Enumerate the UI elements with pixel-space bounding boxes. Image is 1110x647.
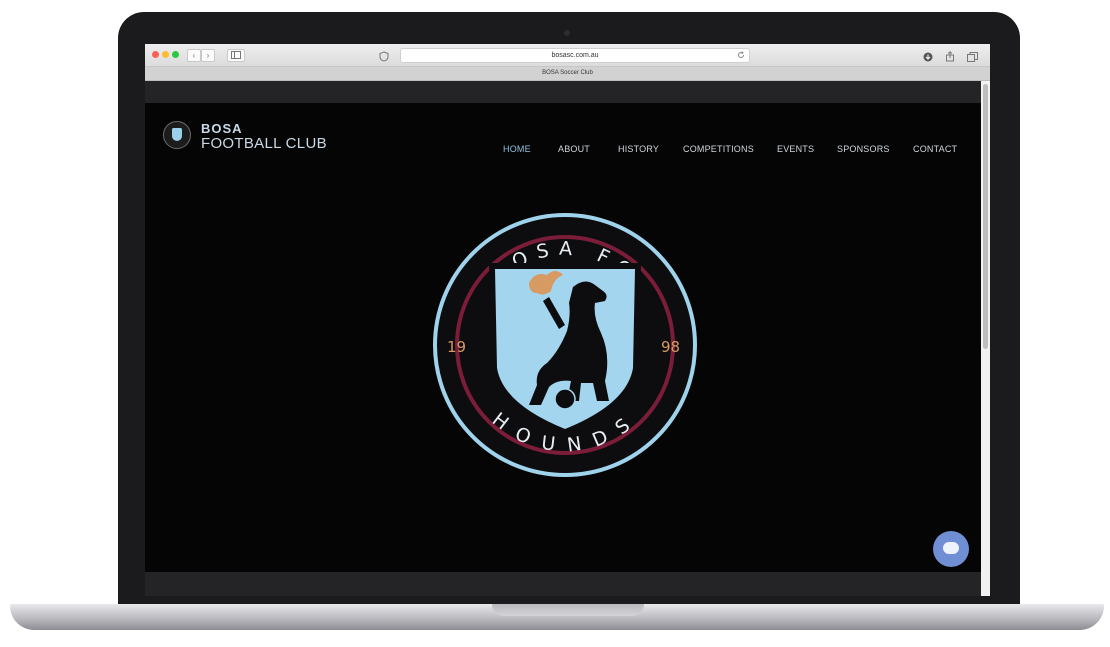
tab-bar: BOSA Soccer Club xyxy=(145,67,990,81)
scrollbar[interactable] xyxy=(981,81,990,596)
url-text: bosasc.com.au xyxy=(551,52,599,59)
page-bottom-strip xyxy=(145,572,981,596)
club-crest: BOSA FC HOUNDS 19 98 xyxy=(433,213,697,477)
forward-button[interactable]: › xyxy=(201,49,215,62)
sidebar-button[interactable] xyxy=(227,49,245,62)
laptop-notch xyxy=(492,604,644,616)
crest-year-left: 19 xyxy=(447,338,466,356)
share-button[interactable] xyxy=(945,49,955,67)
nav-about[interactable]: ABOUT xyxy=(558,144,590,154)
shield-icon xyxy=(379,51,389,62)
browser-toolbar: ‹ › bosasc.com.au xyxy=(145,44,990,67)
nav-competitions[interactable]: COMPETITIONS xyxy=(683,144,754,154)
brand-name: BOSA xyxy=(201,121,243,136)
address-bar[interactable]: bosasc.com.au xyxy=(400,48,750,63)
nav-contact[interactable]: CONTACT xyxy=(913,144,957,154)
tabs-overview-button[interactable] xyxy=(967,49,978,67)
screen: ‹ › bosasc.com.au BOSA Soccer Club BOSA xyxy=(145,44,990,596)
nav-events[interactable]: EVENTS xyxy=(777,144,814,154)
share-icon xyxy=(946,51,954,62)
reload-icon[interactable] xyxy=(737,51,745,59)
download-button[interactable] xyxy=(923,49,933,67)
chat-button[interactable] xyxy=(933,531,969,567)
nav-history[interactable]: HISTORY xyxy=(618,144,659,154)
fullscreen-window-button[interactable] xyxy=(172,51,179,58)
nav-sponsors[interactable]: SPONSORS xyxy=(837,144,890,154)
tab-title[interactable]: BOSA Soccer Club xyxy=(542,70,593,76)
scrollbar-thumb[interactable] xyxy=(983,84,988,349)
back-button[interactable]: ‹ xyxy=(187,49,201,62)
ball-icon xyxy=(554,388,576,410)
privacy-report-button[interactable] xyxy=(379,49,389,67)
tabs-icon xyxy=(967,52,978,62)
page-top-strip xyxy=(145,81,981,103)
brand-subtitle: FOOTBALL CLUB xyxy=(201,135,327,152)
webcam xyxy=(564,30,570,36)
chat-bubble-icon xyxy=(943,542,959,554)
hero-section: BOSA FOOTBALL CLUB HOME ABOUT HISTORY CO… xyxy=(145,103,981,572)
minimize-window-button[interactable] xyxy=(162,51,169,58)
download-icon xyxy=(923,52,933,62)
close-window-button[interactable] xyxy=(152,51,159,58)
nav-home[interactable]: HOME xyxy=(503,144,531,154)
crest-year-right: 98 xyxy=(661,338,680,356)
sidebar-icon xyxy=(231,51,241,59)
club-logo-icon xyxy=(163,121,191,149)
